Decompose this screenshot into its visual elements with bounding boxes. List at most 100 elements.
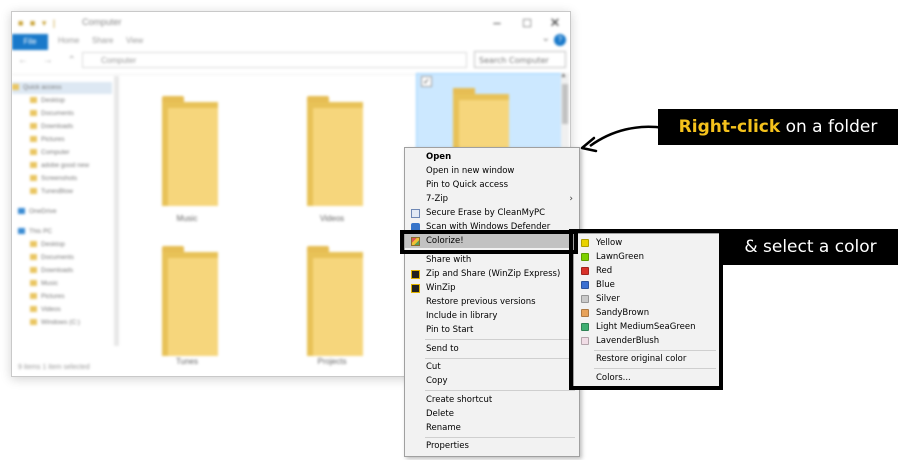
navigation-arrows-icon[interactable]: ← → ⌃: [18, 55, 82, 66]
nav-item[interactable]: Computer: [12, 147, 130, 159]
nav-item[interactable]: adobe good new: [12, 160, 130, 172]
search-input[interactable]: Search Computer: [474, 51, 566, 68]
title-bar: ■ ■ ▾ | Computer – □ ✕: [12, 12, 570, 34]
colors-dialog-item[interactable]: Colors...: [574, 371, 720, 385]
nav-item[interactable]: Videos: [12, 304, 130, 316]
menu-separator: [594, 368, 716, 369]
menu-item-winzip[interactable]: WinZip ›: [405, 281, 579, 295]
winzip-icon: [411, 270, 420, 279]
color-swatch-icon: [581, 309, 589, 317]
nav-item[interactable]: Documents: [12, 252, 130, 264]
menu-item-pin-start[interactable]: Pin to Start: [405, 323, 579, 337]
nav-item[interactable]: Pictures: [12, 134, 130, 146]
folder-icon: [12, 84, 19, 91]
document-icon: [411, 209, 420, 218]
nav-item[interactable]: Downloads: [12, 121, 130, 133]
callout-accent-text: Right-click: [678, 117, 781, 137]
colorize-icon: [411, 237, 420, 246]
nav-item[interactable]: TunesBlow: [12, 186, 130, 198]
color-option-yellow[interactable]: Yellow: [574, 236, 720, 250]
nav-item[interactable]: Desktop: [12, 95, 130, 107]
menu-item-restore-versions[interactable]: Restore previous versions: [405, 295, 579, 309]
menu-item-pin-quick-access[interactable]: Pin to Quick access: [405, 178, 579, 192]
folder-icon: [30, 110, 37, 117]
folder-icon: [30, 241, 37, 248]
folder-icon: [30, 267, 37, 274]
callout-text: on a folder: [780, 117, 878, 137]
menu-item-open-new-window[interactable]: Open in new window: [405, 164, 579, 178]
help-icon[interactable]: ?: [554, 34, 566, 46]
nav-item[interactable]: Screenshots: [12, 173, 130, 185]
menu-item-include-library[interactable]: Include in library ›: [405, 309, 579, 323]
menu-item-cut[interactable]: Cut: [405, 360, 579, 374]
menu-item-7zip[interactable]: 7-Zip ›: [405, 192, 579, 206]
menu-item-share-with[interactable]: Share with ›: [405, 253, 579, 267]
menu-item-send-to[interactable]: Send to ›: [405, 342, 579, 356]
scroll-up-icon[interactable]: ▲: [560, 72, 567, 79]
nav-item[interactable]: Pictures: [12, 291, 130, 303]
curved-arrow-icon: [580, 125, 665, 153]
callout-text: & select a color: [744, 237, 877, 257]
nav-item[interactable]: Music: [12, 278, 130, 290]
tab-view[interactable]: View: [126, 36, 143, 45]
menu-item-rename[interactable]: Rename: [405, 421, 579, 435]
color-swatch-icon: [581, 267, 589, 275]
navigation-pane: Quick access Desktop Documents Downloads…: [12, 76, 118, 361]
file-tab[interactable]: File: [12, 34, 48, 50]
quick-access-toolbar-icons[interactable]: ■ ■ ▾ |: [18, 18, 57, 29]
folder-icon: [30, 306, 37, 313]
menu-item-properties[interactable]: Properties: [405, 439, 579, 453]
address-bar[interactable]: Computer: [82, 52, 467, 68]
window-title: Computer: [82, 17, 122, 27]
color-swatch-icon: [581, 323, 589, 331]
tab-home[interactable]: Home: [58, 36, 79, 45]
color-option-lawngreen[interactable]: LawnGreen: [574, 250, 720, 264]
folder-icon: [30, 293, 37, 300]
shield-icon: [411, 223, 420, 230]
color-option-sandybrown[interactable]: SandyBrown: [574, 306, 720, 320]
nav-scrollbar[interactable]: [114, 76, 119, 346]
nav-item[interactable]: Documents: [12, 108, 130, 120]
tab-share[interactable]: Share: [92, 36, 113, 45]
color-swatch-icon: [581, 239, 589, 247]
menu-item-secure-erase[interactable]: Secure Erase by CleanMyPC: [405, 206, 579, 220]
nav-item[interactable]: Windows (C:): [12, 317, 130, 329]
nav-item[interactable]: Desktop: [12, 239, 130, 251]
menu-item-create-shortcut[interactable]: Create shortcut: [405, 393, 579, 407]
close-icon[interactable]: ✕: [540, 14, 570, 32]
menu-item-scan-defender[interactable]: Scan with Windows Defender: [405, 220, 579, 230]
color-option-red[interactable]: Red: [574, 264, 720, 278]
color-option-mediumseagreen[interactable]: Light MediumSeaGreen: [574, 320, 720, 334]
menu-separator: [594, 350, 716, 351]
chevron-down-icon[interactable]: ⌄: [542, 33, 550, 44]
menu-item-colorize[interactable]: Colorize! ›: [405, 234, 579, 248]
checkbox-checked-icon[interactable]: ✓: [421, 76, 432, 87]
folder-icon: [30, 123, 37, 130]
restore-original-color-item[interactable]: Restore original color: [574, 352, 720, 366]
computer-icon: [18, 228, 25, 235]
scrollbar-thumb[interactable]: [562, 84, 568, 124]
select-color-callout: & select a color: [723, 229, 898, 265]
maximize-icon[interactable]: □: [512, 14, 542, 32]
minimize-icon[interactable]: –: [482, 14, 512, 32]
menu-item-open[interactable]: Open: [405, 150, 579, 164]
color-swatch-icon: [581, 337, 589, 345]
folder-icon: [30, 254, 37, 261]
status-bar: 9 items 1 item selected: [18, 364, 90, 371]
menu-separator: [425, 358, 575, 359]
folder-icon: [30, 97, 37, 104]
nav-item[interactable]: OneDrive: [12, 206, 118, 218]
color-option-lavenderblush[interactable]: LavenderBlush: [574, 334, 720, 348]
menu-item-zip-and-share[interactable]: Zip and Share (WinZip Express): [405, 267, 579, 281]
color-option-silver[interactable]: Silver: [574, 292, 720, 306]
color-option-blue[interactable]: Blue: [574, 278, 720, 292]
nav-item[interactable]: Quick access: [12, 82, 112, 94]
folder-icon: [30, 280, 37, 287]
menu-item-delete[interactable]: Delete: [405, 407, 579, 421]
nav-item[interactable]: This PC: [12, 226, 118, 238]
folder-icon: [162, 246, 218, 356]
menu-separator: [425, 339, 575, 340]
nav-item[interactable]: Downloads: [12, 265, 130, 277]
context-menu: Open Open in new window Pin to Quick acc…: [404, 147, 580, 457]
menu-item-copy[interactable]: Copy: [405, 374, 579, 388]
